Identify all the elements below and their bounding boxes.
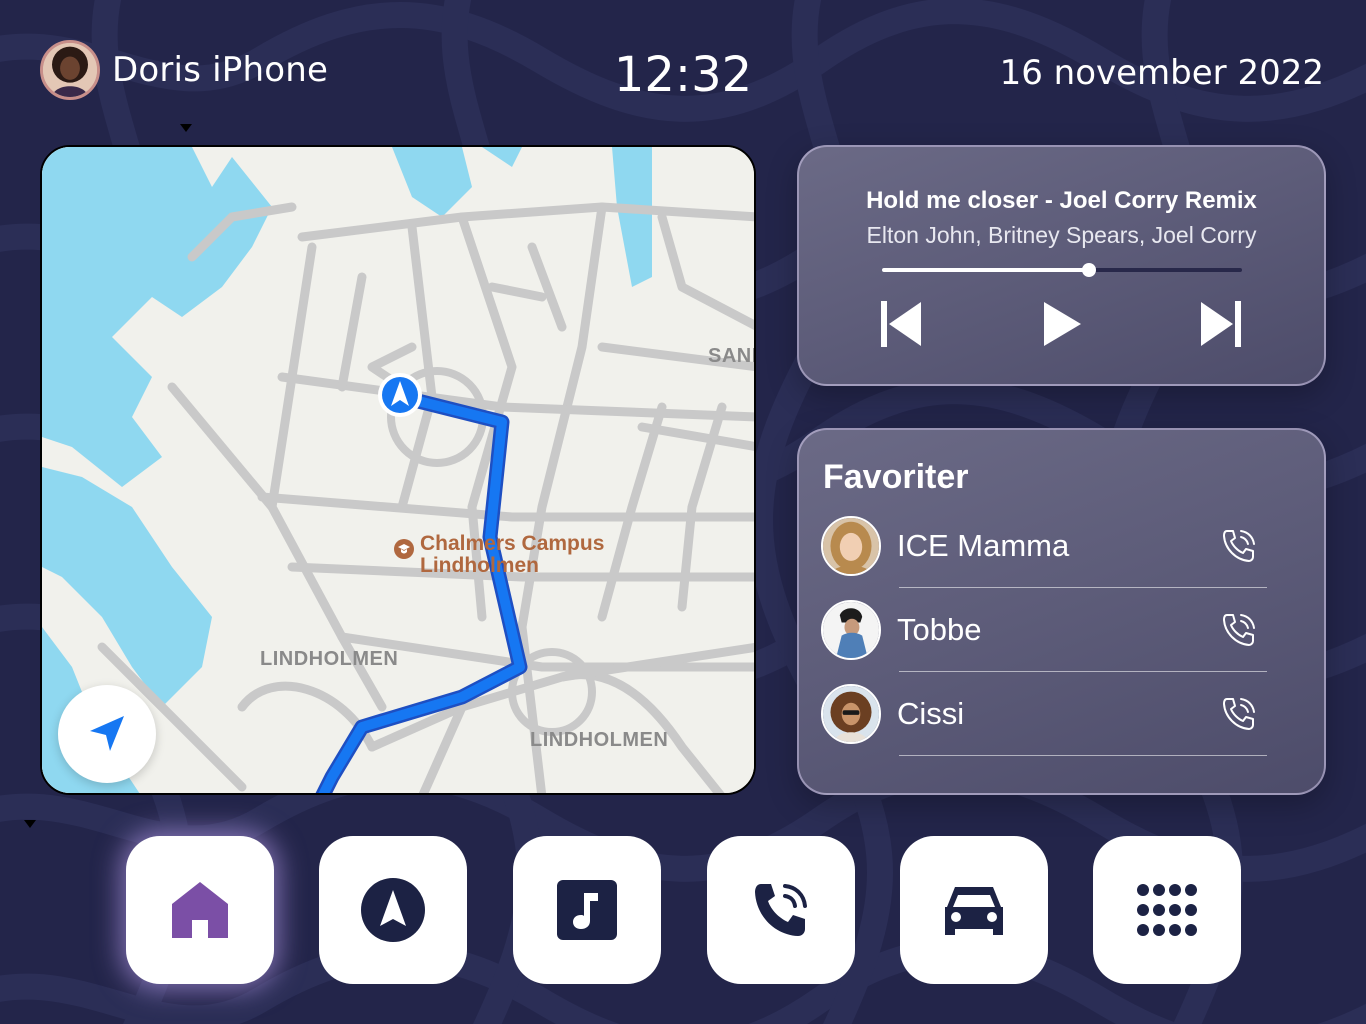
map-label-district: LINDHOLMEN (260, 648, 399, 670)
favorites-title: Favoriter (823, 458, 969, 496)
music-icon (557, 880, 617, 940)
user-avatar (40, 40, 100, 100)
favorite-contact-row[interactable]: Tobbe (821, 600, 1269, 684)
home-icon (172, 882, 228, 938)
dock-home-button[interactable] (126, 836, 274, 984)
skip-next-icon (1201, 301, 1241, 347)
date: 16 november 2022 (999, 53, 1324, 93)
previous-track-button[interactable] (877, 297, 925, 351)
clock: 12:32 (613, 47, 753, 103)
contact-name: ICE Mamma (897, 528, 1070, 563)
poi-name-line-2: Lindholmen (420, 554, 539, 577)
graduation-cap-icon (394, 539, 414, 559)
contact-name: Tobbe (897, 612, 982, 647)
dock-apps-button[interactable] (1093, 836, 1241, 984)
contact-avatar (821, 684, 881, 744)
map-poi[interactable]: Chalmers Campus Lindholmen (394, 533, 604, 577)
call-contact-button[interactable] (1219, 526, 1259, 566)
dock-phone-button[interactable] (707, 836, 855, 984)
recenter-location-button[interactable] (58, 685, 156, 783)
favorite-contact-row[interactable]: Cissi (821, 684, 1269, 768)
favorites-card: Favoriter ICE Mamma Tobbe Cissi (797, 428, 1326, 795)
phone-call-icon (1223, 614, 1255, 646)
contact-avatar (821, 516, 881, 576)
dock-music-button[interactable] (513, 836, 661, 984)
apps-grid-icon (1137, 884, 1197, 936)
contact-name: Cissi (897, 696, 965, 731)
dock-navigation-button[interactable] (319, 836, 467, 984)
row-divider (899, 755, 1267, 756)
contact-avatar (821, 600, 881, 660)
playback-progress-thumb[interactable] (1082, 263, 1096, 277)
device-dropdown-caret[interactable] (180, 124, 192, 132)
phone-call-icon (1223, 530, 1255, 562)
map-canvas (42, 147, 754, 793)
favorite-contact-row[interactable]: ICE Mamma (821, 516, 1269, 600)
track-title: Hold me closer - Joel Corry Remix (866, 187, 1257, 214)
now-playing-card: Hold me closer - Joel Corry Remix Elton … (797, 145, 1326, 386)
car-icon (945, 887, 1003, 935)
location-arrow-icon (90, 716, 124, 751)
track-artist: Elton John, Britney Spears, Joel Corry (866, 222, 1257, 248)
playback-progress-slider[interactable] (882, 263, 1242, 277)
playback-progress-fill (882, 268, 1089, 272)
poi-name-line-1: Chalmers Campus (420, 532, 605, 555)
map-label-district: LINDHOLMEN (530, 729, 669, 751)
play-icon (1044, 302, 1081, 346)
connected-device[interactable]: Doris iPhone (40, 40, 328, 100)
map-label-district-edge: SANN (708, 345, 754, 367)
navigation-map[interactable]: SANN LINDHOLMEN LINDHOLMEN Chalmers Camp… (40, 145, 756, 795)
navigation-icon (361, 878, 425, 942)
row-divider (899, 587, 1267, 588)
call-contact-button[interactable] (1219, 610, 1259, 650)
map-dropdown-caret[interactable] (24, 820, 36, 828)
row-divider (899, 671, 1267, 672)
phone-icon (755, 884, 807, 936)
phone-call-icon (1223, 698, 1255, 730)
call-contact-button[interactable] (1219, 694, 1259, 734)
device-name: Doris iPhone (112, 50, 329, 90)
skip-previous-icon (881, 301, 921, 347)
next-track-button[interactable] (1197, 297, 1245, 351)
dock-car-button[interactable] (900, 836, 1048, 984)
play-button[interactable] (1037, 297, 1085, 351)
